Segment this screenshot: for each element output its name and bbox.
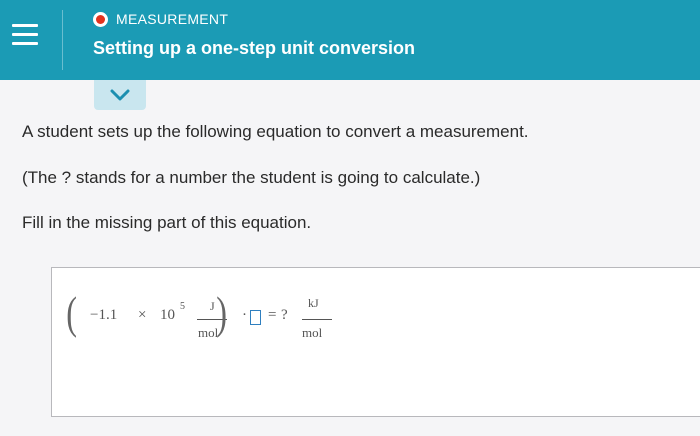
right-unit-numerator: kJ xyxy=(308,296,319,310)
power-base: 10 xyxy=(160,307,175,323)
status-circle-icon xyxy=(93,11,108,27)
multiplication-dot: · xyxy=(242,307,247,323)
missing-part-input[interactable] xyxy=(250,310,261,325)
page-title: Setting up a one-step unit conversion xyxy=(93,38,416,58)
left-unit-denominator: mol xyxy=(198,325,219,340)
right-fraction-bar xyxy=(302,319,332,320)
question-text-line1: A student sets up the following equation… xyxy=(22,122,529,141)
equals-sign: = xyxy=(268,307,277,323)
chevron-down-icon xyxy=(110,89,130,101)
left-parenthesis: ( xyxy=(66,287,78,338)
main-content: A student sets up the following equation… xyxy=(0,80,700,436)
menu-icon[interactable] xyxy=(12,22,38,48)
right-unit-denominator: mol xyxy=(302,325,323,340)
expand-toggle-button[interactable] xyxy=(94,80,146,110)
unknown-value: ? xyxy=(281,307,288,323)
coefficient: −1.1 xyxy=(90,307,118,323)
right-parenthesis: ) xyxy=(216,287,228,338)
topic-label: MEASUREMENT xyxy=(116,11,229,27)
question-text-line2: (The ? stands for a number the student i… xyxy=(22,168,481,187)
times-sign: × xyxy=(138,307,147,323)
equation: ( −1.1 × 10 5 J mol ) · = ? kJ mol xyxy=(64,286,364,346)
question-text-line3: Fill in the missing part of this equatio… xyxy=(22,213,312,232)
power-exponent: 5 xyxy=(180,301,185,312)
header-bar: MEASUREMENT Setting up a one-step unit c… xyxy=(0,0,700,80)
answer-area: ( −1.1 × 10 5 J mol ) · = ? kJ mol xyxy=(51,267,700,417)
header-divider xyxy=(62,10,63,70)
left-unit-numerator: J xyxy=(210,299,215,313)
topic-row: MEASUREMENT xyxy=(93,9,228,29)
